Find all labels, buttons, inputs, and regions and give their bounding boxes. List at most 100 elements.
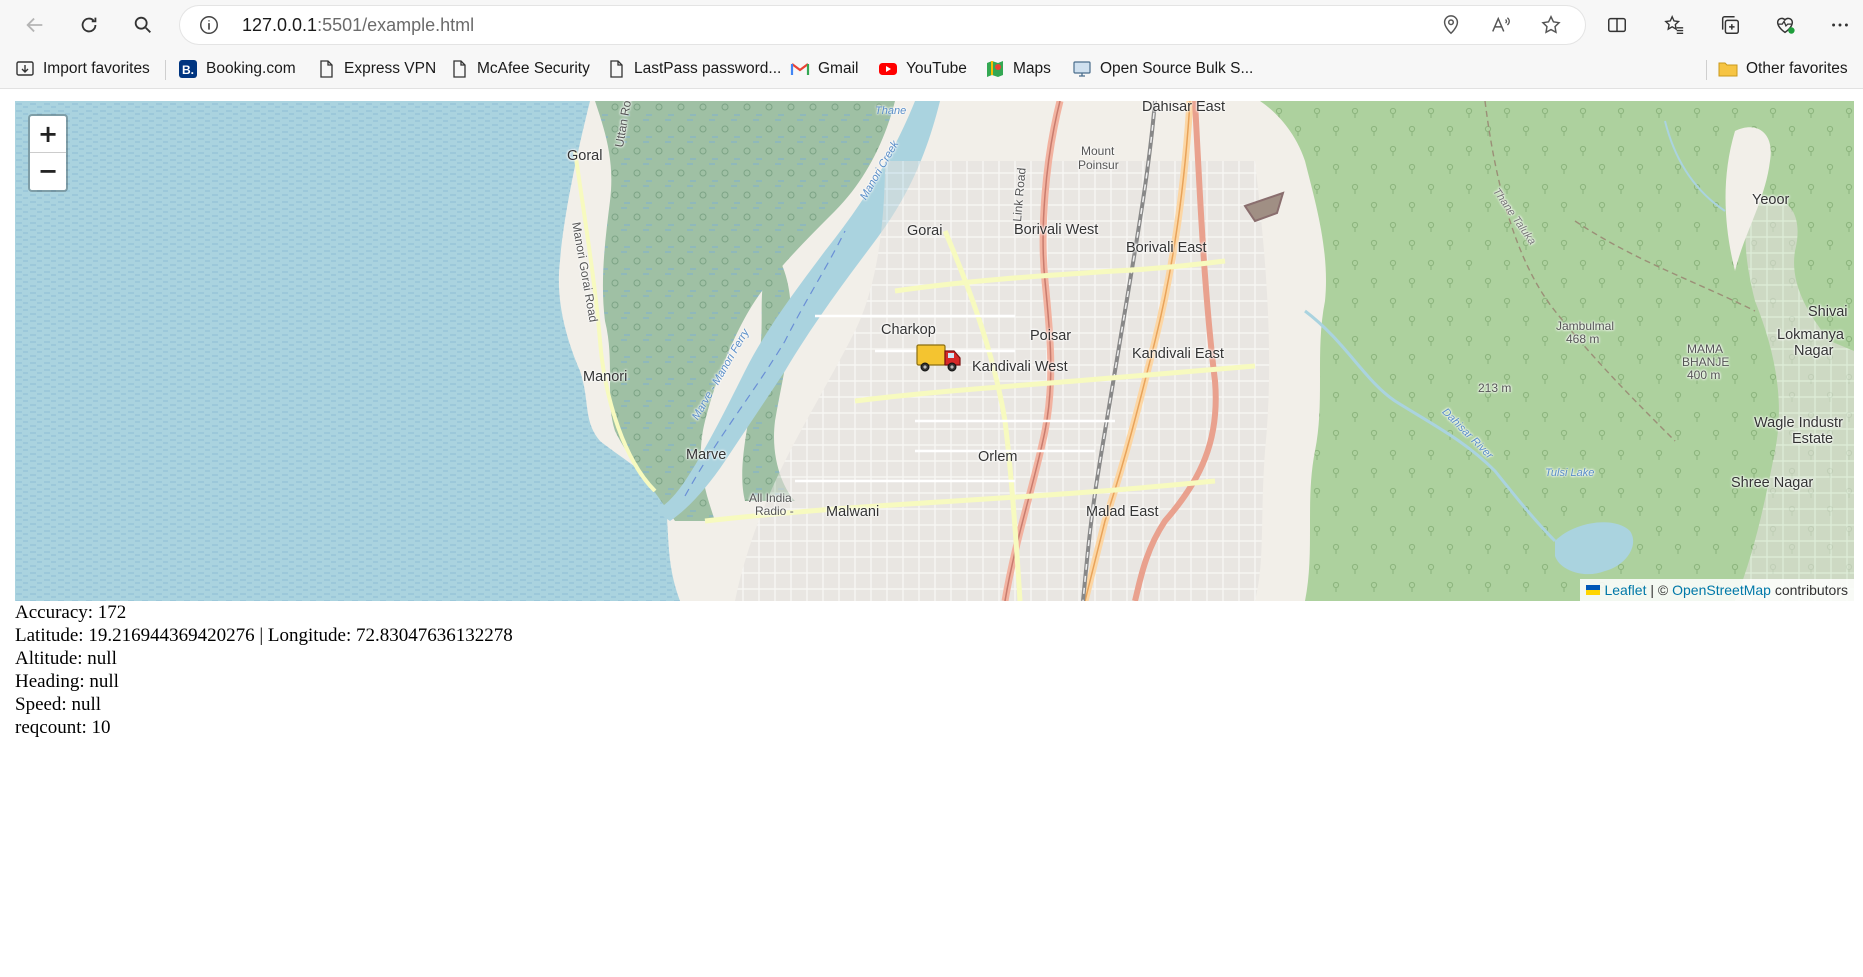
- collections-button[interactable]: [1713, 8, 1747, 42]
- other-favorites-label: Other favorites: [1746, 60, 1848, 77]
- fav-express-vpn[interactable]: Express VPN: [316, 57, 436, 81]
- browser-essentials-button[interactable]: [1768, 8, 1802, 42]
- favorites-separator: [1706, 60, 1707, 80]
- map-label: 400 m: [1687, 368, 1721, 382]
- map-label: BHANJE: [1682, 355, 1730, 369]
- search-button[interactable]: [126, 8, 160, 42]
- map-label: Poisar: [1030, 328, 1072, 344]
- delivery-truck-icon[interactable]: [915, 341, 963, 375]
- fav-label: Open Source Bulk S...: [1100, 60, 1254, 77]
- page-icon: [449, 59, 469, 79]
- map-label: Shivai: [1808, 304, 1848, 320]
- fav-open-source-bulk[interactable]: Open Source Bulk S...: [1072, 57, 1253, 81]
- refresh-icon: [81, 17, 97, 33]
- map-label: Goral: [567, 148, 603, 164]
- fav-maps[interactable]: Maps: [985, 57, 1051, 81]
- favorites-button[interactable]: [1657, 8, 1691, 42]
- location-icon[interactable]: [1440, 14, 1462, 36]
- favorites-bar: Import favorites B. Booking.com Express …: [0, 50, 1863, 89]
- info-icon[interactable]: [198, 14, 220, 36]
- fav-booking[interactable]: B. Booking.com: [178, 57, 296, 81]
- browser-toolbar: 127.0.0.1:5501/example.html: [0, 0, 1863, 50]
- zoom-control: + −: [28, 114, 68, 192]
- svg-text:B.: B.: [182, 63, 194, 77]
- openstreetmap-link[interactable]: OpenStreetMap: [1672, 582, 1771, 598]
- page-content: Dahisar East Goral Mount Poinsur Gorai B…: [5, 91, 1861, 977]
- map-label: Radio -: [755, 504, 794, 518]
- leaflet-link[interactable]: Leaflet: [1604, 582, 1646, 598]
- favorite-star-icon[interactable]: [1540, 14, 1562, 36]
- map-label: Charkop: [881, 322, 936, 338]
- fav-label: Maps: [1013, 60, 1051, 77]
- split-screen-button[interactable]: [1600, 8, 1634, 42]
- favorites-list-icon: [1664, 15, 1684, 34]
- gmail-icon: [790, 59, 810, 79]
- split-screen-icon: [1608, 17, 1626, 33]
- fav-gmail[interactable]: Gmail: [790, 57, 858, 81]
- refresh-button[interactable]: [72, 8, 106, 42]
- collections-icon: [1721, 16, 1739, 34]
- map-label: Borivali West: [1014, 222, 1099, 238]
- booking-icon: B.: [178, 59, 198, 79]
- map-label: Yeoor: [1752, 192, 1790, 208]
- map-label: 468 m: [1566, 332, 1600, 346]
- map-label: Malwani: [826, 504, 880, 520]
- address-host: 127.0.0.1: [242, 15, 318, 35]
- favorites-separator: [165, 60, 166, 80]
- back-button[interactable]: [18, 8, 52, 42]
- fav-label: Import favorites: [43, 60, 150, 77]
- fav-lastpass[interactable]: LastPass password...: [606, 57, 781, 81]
- location-info: Accuracy: 172 Latitude: 19.2169443694202…: [15, 601, 513, 739]
- map-label: Lokmanya: [1777, 327, 1844, 343]
- attribution-suffix: contributors: [1770, 582, 1848, 598]
- import-icon: [15, 59, 35, 79]
- ukraine-flag-icon: [1586, 585, 1601, 595]
- map-label: Manori: [583, 369, 628, 385]
- map-label: Estate: [1792, 431, 1834, 447]
- folder-icon: [1718, 59, 1738, 79]
- map-label: Malad East: [1086, 504, 1159, 520]
- map-label: All India: [749, 491, 792, 505]
- map-label: Thane: [875, 105, 907, 117]
- speed-text: Speed: null: [15, 694, 102, 715]
- map-label: Tulsi Lake: [1545, 467, 1595, 479]
- attribution-separator: | ©: [1646, 582, 1673, 598]
- map-label: Nagar: [1794, 343, 1834, 359]
- address-url[interactable]: 127.0.0.1:5501/example.html: [242, 15, 474, 36]
- altitude-text: Altitude: null: [15, 648, 117, 669]
- zoom-out-button[interactable]: −: [30, 153, 66, 189]
- heading-text: Heading: null: [15, 671, 119, 692]
- map-label: Kandivali East: [1132, 346, 1224, 362]
- address-bar[interactable]: 127.0.0.1:5501/example.html: [180, 6, 1585, 44]
- fav-label: LastPass password...: [634, 60, 782, 77]
- accuracy-text: Accuracy: 172: [15, 602, 127, 623]
- map-label: Dahisar East: [1142, 101, 1226, 115]
- other-favorites-folder[interactable]: Other favorites: [1718, 57, 1848, 81]
- fav-label: McAfee Security: [477, 60, 590, 77]
- map-label: 213 m: [1478, 381, 1512, 395]
- maps-icon: [985, 59, 1005, 79]
- search-icon: [134, 16, 151, 33]
- page-icon: [606, 59, 626, 79]
- map-label: Wagle Industr: [1754, 415, 1843, 431]
- read-aloud-icon[interactable]: [1490, 14, 1512, 36]
- map-label: Gorai: [907, 223, 943, 239]
- more-dots-icon: [1832, 23, 1848, 27]
- zoom-in-button[interactable]: +: [30, 116, 66, 153]
- fav-youtube[interactable]: YouTube: [878, 57, 967, 81]
- map-label: Jambulmal: [1556, 319, 1615, 333]
- map-label: Poinsur: [1078, 158, 1119, 172]
- leaflet-map[interactable]: Dahisar East Goral Mount Poinsur Gorai B…: [15, 101, 1854, 601]
- map-label: MAMA: [1687, 342, 1723, 356]
- fav-import-favorites[interactable]: Import favorites: [15, 57, 150, 81]
- fav-label: Booking.com: [206, 60, 296, 77]
- address-path: :5501/example.html: [317, 15, 475, 35]
- youtube-icon: [878, 59, 898, 79]
- reqcount-text: reqcount: 10: [15, 717, 111, 738]
- settings-more-button[interactable]: [1823, 8, 1857, 42]
- map-label: Orlem: [978, 449, 1018, 465]
- map-label: Mount: [1081, 144, 1115, 158]
- fav-label: Express VPN: [344, 60, 437, 77]
- fav-mcafee[interactable]: McAfee Security: [449, 57, 590, 81]
- map-label: Shree Nagar: [1731, 475, 1814, 491]
